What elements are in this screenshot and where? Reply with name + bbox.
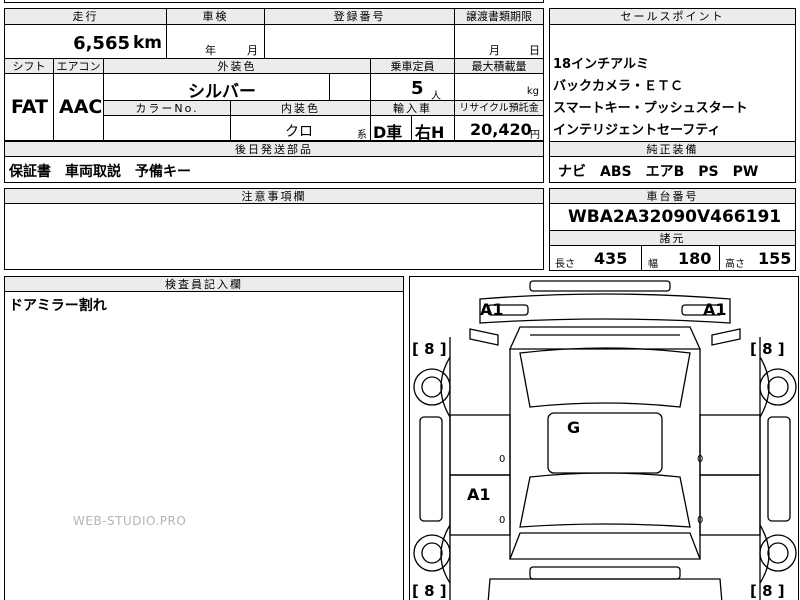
aircon-header: エアコン (53, 58, 104, 74)
inspector-notes-header: 検査員記入欄 (4, 276, 404, 292)
exterior-color-header: 外装色 (103, 58, 371, 74)
width-label: 幅 (648, 259, 658, 270)
inspection-year: 年 (205, 44, 216, 57)
genuine-equipment-header: 純正装備 (549, 141, 796, 157)
tire-rear-right: [ 8 ] (750, 582, 785, 600)
chassis-no-cell: WBA2A32090V466191 (549, 203, 796, 231)
color-no-header: カラーNo. (103, 100, 231, 116)
mileage-value: 6,565 (73, 33, 130, 54)
notes-header: 注意事項欄 (4, 188, 544, 204)
selling-point-1: 18インチアルミ (553, 57, 649, 72)
mileage-header: 走行 (4, 8, 167, 25)
clipped-top-row (4, 0, 544, 3)
exterior-color-value: シルバー (188, 82, 256, 102)
mark-a1-door: A1 (467, 485, 491, 504)
capacity-cell: 5 人 (370, 73, 455, 102)
import-d-value: D車 (373, 123, 403, 142)
shift-value: FAT (11, 96, 48, 118)
width-value: 180 (678, 249, 712, 268)
tire-front-left: [ 8 ] (412, 340, 447, 358)
later-parts-header: 後日発送部品 (4, 141, 544, 157)
import-header: 輸入車 (370, 100, 455, 116)
later-parts-value: 保証書 車両取説 予備キー (9, 164, 191, 180)
transfer-day: 日 (529, 44, 540, 57)
mileage-unit: km (132, 33, 162, 53)
max-load-header: 最大積載量 (454, 58, 544, 74)
car-outline-svg (413, 280, 797, 600)
transfer-deadline-header: 譲渡書類期限 (454, 8, 544, 25)
inspection-header: 車検 (166, 8, 265, 25)
zero-mark-3: 0 (499, 515, 506, 526)
recycle-cell: 20,420 円 (454, 115, 544, 141)
length-value: 435 (594, 249, 628, 268)
mileage-cell: 6,565 km (4, 24, 167, 59)
interior-color-suffix: 系 (357, 130, 367, 141)
selling-point-3: スマートキー・プッシュスタート (553, 101, 748, 116)
inspection-month: 月 (247, 44, 258, 57)
chassis-no-header: 車台番号 (549, 188, 796, 204)
length-label: 長さ (555, 259, 575, 270)
interior-color-value: クロ (285, 124, 313, 140)
genuine-equipment-value: ナビ ABS エアB PS PW (558, 164, 759, 180)
zero-mark-2: 0 (697, 454, 704, 465)
exterior-color-cell: シルバー (103, 73, 330, 102)
interior-color-cell: クロ 系 (230, 115, 371, 141)
inspection-cell: 年 月 (166, 24, 265, 59)
car-damage-diagram: A1 A1 G A1 [ 8 ] [ 8 ] [ 8 ] [ 8 ] 0 0 0… (409, 276, 799, 600)
chassis-no-value: WBA2A32090V466191 (568, 207, 782, 227)
genuine-equipment-cell: ナビ ABS エアB PS PW (549, 156, 796, 183)
max-load-cell: kg (454, 73, 544, 101)
zero-mark-1: 0 (499, 454, 506, 465)
max-load-unit: kg (526, 86, 539, 97)
dimensions-divider-1 (641, 245, 642, 271)
aircon-value: AAC (59, 96, 103, 118)
tire-front-right: [ 8 ] (750, 340, 785, 358)
watermark: WEB-STUDIO.PRO (73, 514, 187, 528)
exterior-color-extra-cell (329, 73, 371, 101)
transfer-month: 月 (489, 44, 500, 57)
notes-cell (4, 203, 544, 270)
selling-points-header: セールスポイント (549, 8, 796, 25)
capacity-header: 乗車定員 (370, 58, 455, 74)
dimensions-divider-2 (719, 245, 720, 271)
later-parts-cell: 保証書 車両取説 予備キー (4, 156, 544, 183)
inspector-notes-cell: ドアミラー割れ WEB-STUDIO.PRO (4, 291, 404, 600)
inspector-notes-value: ドアミラー割れ (9, 298, 107, 314)
transfer-deadline-cell: 月 日 (454, 24, 544, 59)
shift-cell: FAT (4, 73, 54, 141)
recycle-header: リサイクル預託金 (454, 100, 544, 116)
recycle-value: 20,420 (470, 120, 532, 139)
mark-a1-right: A1 (703, 300, 727, 319)
import-h-value: 右H (415, 123, 445, 142)
recycle-unit: 円 (530, 130, 540, 141)
tire-rear-left: [ 8 ] (412, 582, 447, 600)
registration-header: 登録番号 (264, 8, 455, 25)
height-value: 155 (758, 249, 792, 268)
import-d-cell: D車 (370, 115, 412, 142)
color-no-cell (103, 115, 231, 141)
registration-cell (264, 24, 455, 59)
selling-point-2: バックカメラ・ＥＴＣ (553, 79, 684, 94)
selling-points-cell: 18インチアルミ バックカメラ・ＥＴＣ スマートキー・プッシュスタート インテリ… (549, 24, 796, 142)
height-label: 高さ (725, 259, 745, 270)
interior-color-header: 内装色 (230, 100, 371, 116)
aircon-cell: AAC (53, 73, 104, 141)
dimensions-header: 諸元 (549, 230, 796, 246)
shift-header: シフト (4, 58, 54, 74)
capacity-value: 5 (411, 78, 424, 99)
zero-mark-4: 0 (697, 515, 704, 526)
dimensions-cell: 長さ 435 幅 180 高さ 155 (549, 245, 796, 271)
mark-a1-left: A1 (480, 300, 504, 319)
mark-g: G (567, 418, 581, 437)
selling-point-4: インテリジェントセーフティ (553, 123, 721, 138)
import-h-cell: 右H (411, 115, 455, 142)
